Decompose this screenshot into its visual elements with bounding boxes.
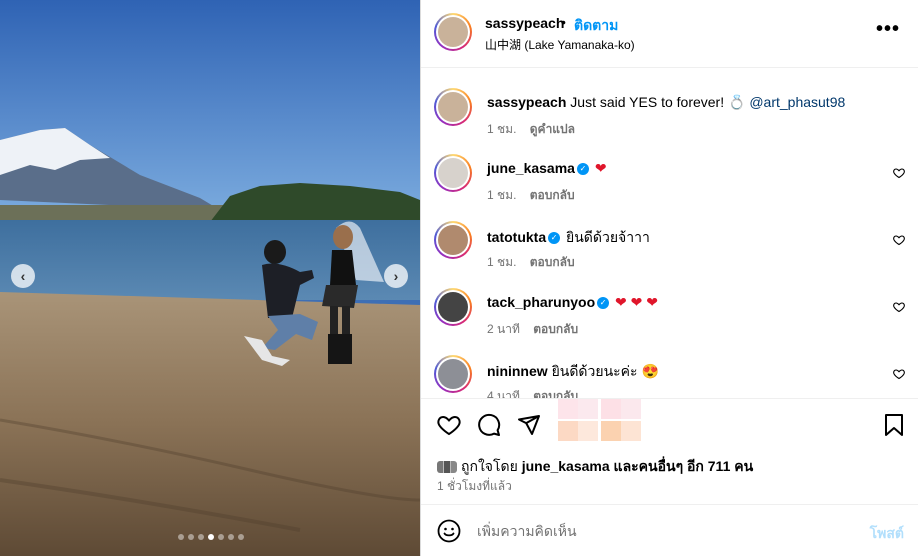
likes-user[interactable]: june_kasama <box>522 458 610 474</box>
carousel-dot <box>228 534 234 540</box>
add-comment-input[interactable] <box>477 519 857 543</box>
comment-username[interactable]: tatotukta <box>487 229 546 245</box>
comment-composer: โพสต์ <box>421 504 918 556</box>
comment-time: 1 ชม. <box>487 188 517 202</box>
comment-text-line: nininnew ยินดีด้วยนะค่ะ 😍 <box>487 361 659 383</box>
verified-badge-icon: ✓ <box>597 297 610 310</box>
commenter-avatar[interactable] <box>434 221 472 259</box>
comment-username[interactable]: nininnew <box>487 363 548 379</box>
pixelated-area <box>601 421 621 441</box>
comment-text: ❤ <box>594 160 607 176</box>
comment-time: 4 นาที <box>487 389 520 398</box>
pixelated-area <box>621 421 641 441</box>
comment-time: 1 ชม. <box>487 255 517 269</box>
commenter-avatar[interactable] <box>434 154 472 192</box>
pixelated-area <box>558 421 578 441</box>
see-translation-button[interactable]: ดูคำแปล <box>530 122 575 136</box>
comment-row: tatotukta ✓ ยินดีด้วยจ้าาา 1 ชม. ตอบกลับ <box>421 221 918 281</box>
carousel-dot <box>208 534 214 540</box>
caption-text-line: sassypeach Just said YES to forever! 💍 @… <box>487 94 845 111</box>
save-bookmark-icon[interactable] <box>883 413 905 437</box>
comment-meta: 2 นาที ตอบกลับ <box>487 320 578 339</box>
next-photo-button[interactable]: › <box>384 264 408 288</box>
comment-meta: 1 ชม. ตอบกลับ <box>487 186 575 205</box>
comment-text: ❤ ❤ ❤ <box>615 294 659 310</box>
comment-text: ยินดีด้วยนะค่ะ 😍 <box>551 363 659 379</box>
separator-dot: • <box>561 14 566 30</box>
post-timestamp[interactable]: 1 ชั่วโมงที่แล้ว <box>437 477 512 496</box>
comment-like-heart-icon[interactable] <box>893 301 905 313</box>
likes-prefix: ถูกใจโดย <box>461 458 518 474</box>
pixelated-area <box>558 399 578 419</box>
reply-button[interactable]: ตอบกลับ <box>530 255 575 269</box>
lake-proposal-photo <box>0 0 420 556</box>
comment-username[interactable]: june_kasama <box>487 160 575 176</box>
verified-badge-icon: ✓ <box>548 232 561 245</box>
comment-row: june_kasama ✓ ❤ 1 ชม. ตอบกลับ <box>421 154 918 214</box>
caption-meta: 1 ชม. ดูคำแปล <box>487 120 575 139</box>
comment-text-line: tatotukta ✓ ยินดีด้วยจ้าาา <box>487 227 650 249</box>
verified-badge-icon: ✓ <box>576 163 589 176</box>
comment-like-heart-icon[interactable] <box>893 167 905 179</box>
comment-row: tack_pharunyoo ✓ ❤ ❤ ❤ 2 นาที ตอบกลับ <box>421 288 918 348</box>
comment-bubble-icon[interactable] <box>477 413 501 437</box>
commenter-avatar[interactable] <box>434 355 472 393</box>
carousel-dot <box>238 534 244 540</box>
likes-summary: ถูกใจโดย june_kasama และคนอื่นๆ อีก 711 … <box>437 456 753 478</box>
commenter-avatar[interactable] <box>434 288 472 326</box>
share-paper-plane-icon[interactable] <box>517 413 541 437</box>
carousel-dot <box>178 534 184 540</box>
post-comment-button[interactable]: โพสต์ <box>870 523 904 545</box>
liker-avatars <box>437 461 457 474</box>
post-photo[interactable]: ‹ › <box>0 0 420 556</box>
caption-time: 1 ชม. <box>487 122 517 136</box>
carousel-dot <box>218 534 224 540</box>
post-header: sassypeach • ติดตาม 山中湖 (Lake Yamanaka-k… <box>421 0 918 68</box>
reply-button[interactable]: ตอบกลับ <box>533 389 578 398</box>
author-username[interactable]: sassypeach <box>485 15 564 31</box>
comment-like-heart-icon[interactable] <box>893 234 905 246</box>
caption-text: Just said YES to forever! 💍 <box>570 94 746 110</box>
reply-button[interactable]: ตอบกลับ <box>530 188 575 202</box>
caption-row: sassypeach Just said YES to forever! 💍 @… <box>421 88 918 148</box>
comment-text: ยินดีด้วยจ้าาา <box>566 229 650 245</box>
carousel-dot <box>198 534 204 540</box>
comments-list[interactable]: sassypeach Just said YES to forever! 💍 @… <box>421 68 918 398</box>
emoji-smiley-icon[interactable] <box>437 519 461 543</box>
previous-photo-button[interactable]: ‹ <box>11 264 35 288</box>
comment-meta: 1 ชม. ตอบกลับ <box>487 253 575 272</box>
comment-meta: 4 นาที ตอบกลับ <box>487 387 578 398</box>
likes-others[interactable]: และคนอื่นๆ อีก 711 คน <box>614 458 754 474</box>
comment-like-heart-icon[interactable] <box>893 368 905 380</box>
follow-button[interactable]: ติดตาม <box>574 15 618 37</box>
comment-row: nininnew ยินดีด้วยนะค่ะ 😍 4 นาที ตอบกลับ <box>421 355 918 398</box>
reply-button[interactable]: ตอบกลับ <box>533 322 578 336</box>
pixelated-area <box>621 399 641 419</box>
caption-mention-link[interactable]: @art_phasut98 <box>749 94 845 110</box>
author-avatar[interactable] <box>434 13 472 51</box>
pixelated-area <box>601 399 621 419</box>
like-heart-icon[interactable] <box>437 413 461 437</box>
post-actions: ถูกใจโดย june_kasama และคนอื่นๆ อีก 711 … <box>421 398 918 504</box>
post-side-panel: sassypeach • ติดตาม 山中湖 (Lake Yamanaka-k… <box>420 0 918 556</box>
caption-username[interactable]: sassypeach <box>487 94 566 110</box>
carousel-indicator <box>178 534 244 540</box>
comment-text-line: tack_pharunyoo ✓ ❤ ❤ ❤ <box>487 294 658 311</box>
pixelated-area <box>578 421 598 441</box>
post-location[interactable]: 山中湖 (Lake Yamanaka-ko) <box>485 36 635 53</box>
more-options-icon[interactable]: ••• <box>876 18 900 41</box>
comment-time: 2 นาที <box>487 322 520 336</box>
caption-author-avatar[interactable] <box>434 88 472 126</box>
comment-text-line: june_kasama ✓ ❤ <box>487 160 607 177</box>
comment-username[interactable]: tack_pharunyoo <box>487 294 595 310</box>
carousel-dot <box>188 534 194 540</box>
pixelated-area <box>578 399 598 419</box>
